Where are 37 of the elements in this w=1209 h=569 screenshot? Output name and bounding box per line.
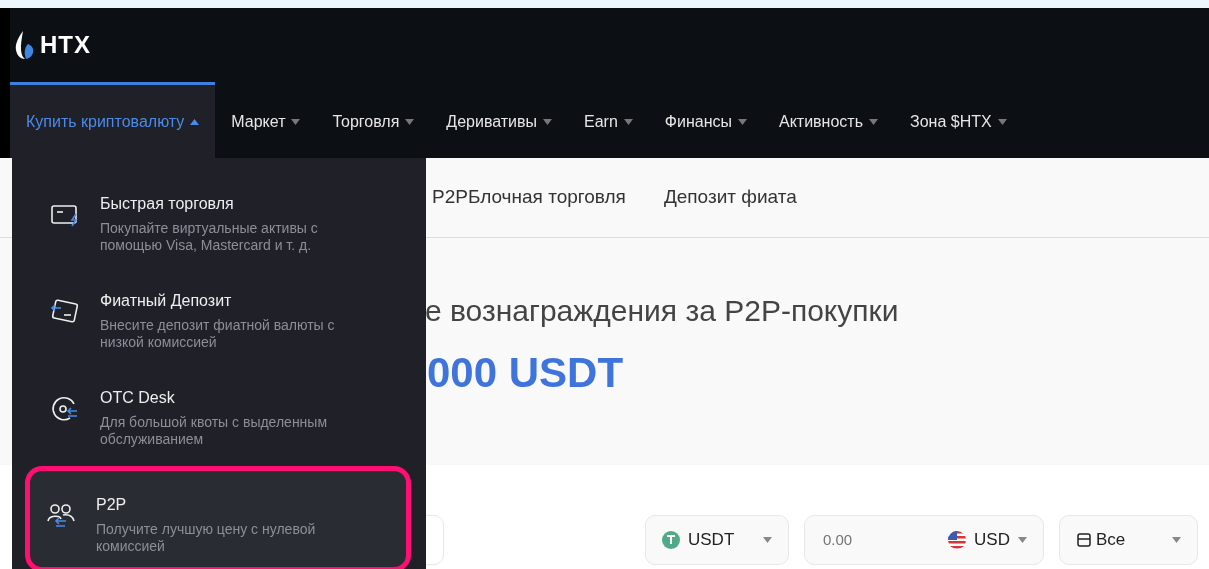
logo-icon (14, 30, 36, 60)
hero-heading: е вознаграждения за P2P-покупки (425, 293, 900, 329)
menu-item[interactable]: OTC Desk Для большой квоты с выделенным обслуживанием (16, 362, 422, 459)
caret-icon (738, 118, 747, 125)
caret-icon (291, 118, 301, 125)
nav-tab[interactable]: Зона $HTX (894, 82, 1023, 158)
nav-tab[interactable]: Финансы (648, 82, 763, 158)
caret-icon (405, 118, 415, 125)
menu-item[interactable]: Фиатный Депозит Внесите депозит фиатной валюты с низкой комиссией (16, 265, 422, 362)
box-icon (1076, 532, 1092, 548)
caret-icon (543, 118, 553, 125)
nav-tab[interactable]: Маркет (215, 82, 317, 158)
coin-icon (662, 531, 680, 549)
caret-icon (869, 118, 878, 125)
caret-icon (1172, 537, 1181, 543)
caret-icon (763, 537, 772, 543)
amount-field[interactable]: 0.00 USD (804, 515, 1044, 565)
caret-icon (623, 118, 633, 125)
flag-icon (948, 531, 967, 549)
menu-item-icon (50, 394, 80, 424)
nav-tab[interactable]: Торговля (316, 82, 431, 158)
caret-icon (190, 118, 200, 125)
nav-tab[interactable]: Earn (568, 82, 649, 158)
caret-icon (1018, 537, 1027, 543)
logo-text[interactable]: HTX (40, 27, 91, 63)
menu-item[interactable]: P2P Получите лучшую цену с нулевой комиссией (28, 469, 408, 569)
coin-select[interactable]: USDT (645, 515, 789, 565)
nav-tab[interactable]: Активность (763, 82, 894, 158)
reward-amount: 000 USDT (427, 348, 625, 398)
subnav-link[interactable]: Депозит фиата (663, 183, 797, 212)
amount-input[interactable]: 0.00 (821, 527, 941, 553)
subnav-link[interactable]: P2PБлочная торговля (432, 183, 626, 212)
payment-select[interactable]: Все (1059, 515, 1198, 565)
menu-item[interactable]: Быстрая торговля Покупайте виртуальные активы с помощью Visa, Mastercard и т. д. (16, 168, 422, 265)
caret-icon (997, 118, 1007, 125)
nav-tab[interactable]: Купить криптовалюту (10, 82, 216, 158)
nav-tab[interactable]: Деривативы (430, 82, 569, 158)
